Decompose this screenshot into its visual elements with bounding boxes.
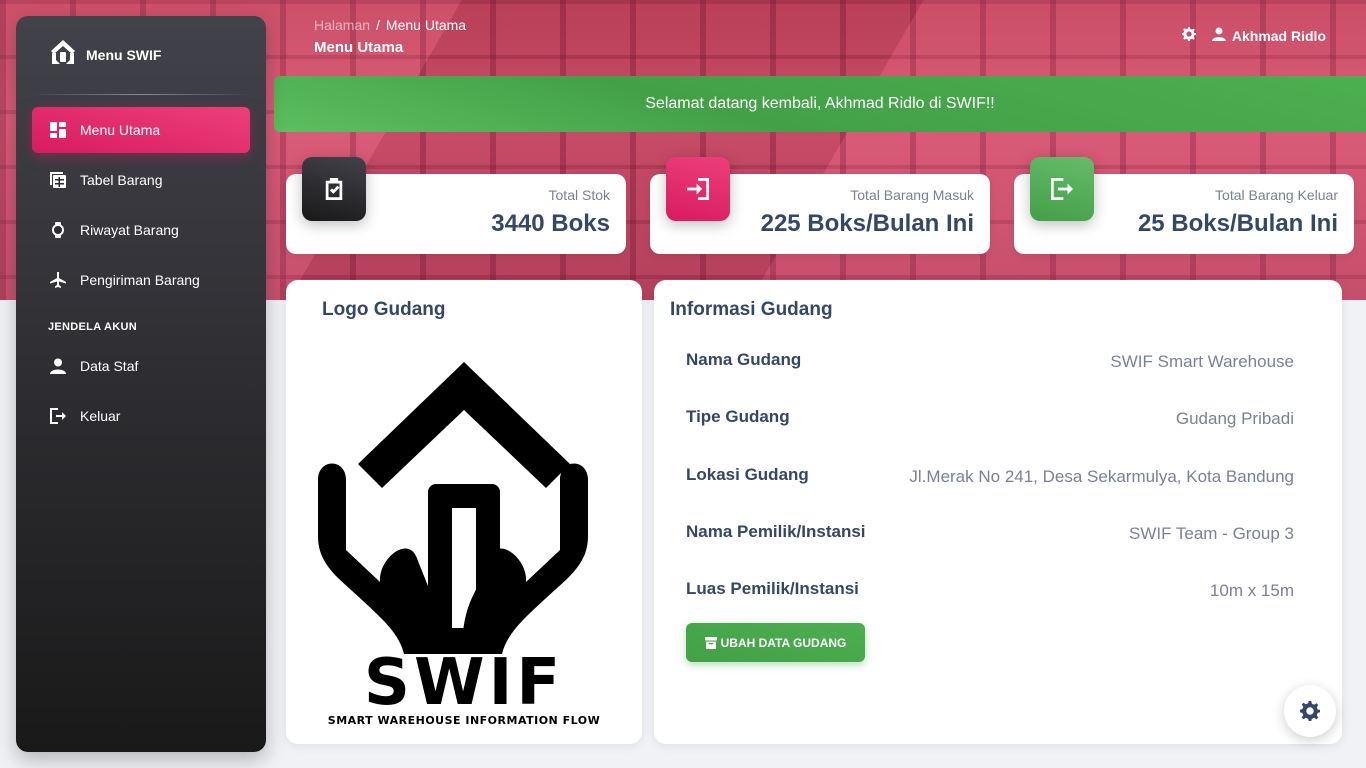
info-value: 10m x 15m [1209, 581, 1294, 600]
info-key: Nama Pemilik/Instansi [686, 522, 866, 541]
person-icon [50, 358, 66, 374]
info-row-nama-pemilik: Nama Pemilik/Instansi SWIF Team - Group … [686, 522, 1294, 552]
sidebar-item-tabel-barang[interactable]: Tabel Barang [32, 157, 250, 203]
watch-icon [50, 222, 66, 238]
brand[interactable]: Menu SWIF [16, 16, 266, 94]
settings-fab[interactable] [1284, 685, 1336, 737]
top-navbar: Halaman / Menu Utama Menu Utama Akhmad Rid… [314, 17, 1334, 63]
breadcrumb-separator: / [376, 17, 380, 33]
gear-icon [1300, 701, 1320, 721]
logo-tagline: SMART WAREHOUSE INFORMATION FLOW [328, 714, 600, 727]
stat-label: Total Barang Keluar [1215, 187, 1338, 203]
logout-icon [50, 408, 66, 424]
info-row-luas: Luas Pemilik/Instansi 10m x 15m [686, 579, 1294, 609]
section-title-jendela-akun: JENDELA AKUN [48, 321, 137, 333]
sidebar-item-label: Pengiriman Barang [80, 272, 200, 288]
info-key: Luas Pemilik/Instansi [686, 579, 859, 598]
account-nav: Data Staf Keluar [16, 343, 266, 439]
box-icon [704, 636, 717, 649]
brand-title: Menu SWIF [86, 47, 162, 63]
sidebar-item-label: Riwayat Barang [80, 222, 179, 238]
breadcrumb-current: Menu Utama [385, 17, 467, 33]
stat-label: Total Barang Masuk [850, 187, 974, 203]
sidebar-item-menu-utama[interactable]: Menu Utama [32, 107, 250, 153]
logo-card: Logo Gudang SWIF SMART WAREHOUSE INFORMA… [286, 280, 642, 744]
stat-value: 25 Boks/Bulan Ini [1137, 210, 1338, 237]
user-area: Akhmad Ridlo [1181, 27, 1326, 44]
dashboard-icon [50, 122, 66, 138]
airplane-icon [50, 272, 66, 288]
info-card: Informasi Gudang Nama Gudang SWIF Smart … [654, 280, 1342, 744]
stat-card-total-stok: Total Stok 3440 Boks [286, 157, 626, 254]
logo-wordmark: SWIF [364, 646, 564, 720]
sidebar-item-label: Tabel Barang [80, 172, 163, 188]
login-icon [666, 157, 730, 221]
info-value: Jl.Merak No 241, Desa Sekarmulya, Kota B… [909, 467, 1294, 486]
stat-value: 225 Boks/Bulan Ini [760, 210, 974, 237]
edit-warehouse-button[interactable]: UBAH DATA GUDANG [686, 623, 865, 662]
info-card-title: Informasi Gudang [670, 299, 833, 320]
sidebar-item-data-staf[interactable]: Data Staf [32, 343, 250, 389]
welcome-message: Selamat datang kembali, Akhmad Ridlo di … [645, 95, 995, 112]
info-value: SWIF Smart Warehouse [1110, 352, 1294, 371]
stat-value: 3440 Boks [491, 210, 610, 237]
user-name[interactable]: Akhmad Ridlo [1232, 28, 1326, 44]
sidebar-item-label: Keluar [80, 408, 121, 424]
info-value: Gudang Pribadi [1175, 409, 1294, 428]
table-icon [50, 172, 66, 188]
welcome-alert: Selamat datang kembali, Akhmad Ridlo di … [274, 76, 1366, 132]
sidebar-item-riwayat-barang[interactable]: Riwayat Barang [32, 207, 250, 253]
info-row-nama-gudang: Nama Gudang SWIF Smart Warehouse [686, 350, 1294, 380]
sidebar-item-keluar[interactable]: Keluar [32, 393, 250, 439]
info-value: SWIF Team - Group 3 [1128, 524, 1294, 543]
stat-card-barang-keluar: Total Barang Keluar 25 Boks/Bulan Ini [1014, 157, 1354, 254]
stat-card-barang-masuk: Total Barang Masuk 225 Boks/Bulan Ini [650, 157, 990, 254]
info-key: Lokasi Gudang [686, 465, 809, 484]
sidebar: Menu SWIF Menu Utama Tabel Barang Riwaya… [16, 16, 266, 752]
brand-logo-icon [48, 38, 78, 73]
stat-label: Total Stok [548, 187, 610, 203]
info-row-tipe-gudang: Tipe Gudang Gudang Pribadi [686, 407, 1294, 437]
settings-gear-icon[interactable] [1181, 27, 1196, 44]
clipboard-check-icon [302, 157, 366, 221]
sidebar-item-pengiriman-barang[interactable]: Pengiriman Barang [32, 257, 250, 303]
swif-logo-image: SWIF SMART WAREHOUSE INFORMATION FLOW [318, 362, 600, 727]
info-key: Nama Gudang [686, 350, 802, 369]
logo-card-title: Logo Gudang [322, 299, 446, 320]
info-key: Tipe Gudang [686, 407, 790, 426]
sidebar-nav: Menu Utama Tabel Barang Riwayat Barang P… [16, 95, 266, 303]
logout-icon [1030, 157, 1094, 221]
user-icon [1211, 27, 1226, 44]
info-row-lokasi-gudang: Lokasi Gudang Jl.Merak No 241, Desa Seka… [686, 465, 1294, 495]
sidebar-item-label: Menu Utama [80, 122, 161, 138]
edit-warehouse-label: UBAH DATA GUDANG [720, 635, 847, 650]
breadcrumb-root[interactable]: Halaman [314, 17, 370, 33]
sidebar-item-label: Data Staf [80, 358, 139, 374]
